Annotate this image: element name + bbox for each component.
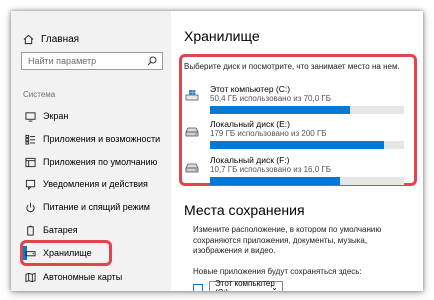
- sidebar-item-default-apps[interactable]: Приложения по умолчанию: [11, 153, 171, 171]
- sidebar-item-label: Приложения и возможности: [43, 134, 161, 144]
- section-label: Система: [23, 90, 56, 99]
- drive-c[interactable]: Этот компьютер (C:) 50,4 ГБ использовано…: [184, 84, 406, 114]
- sidebar-item-label: Батарея: [43, 225, 78, 235]
- usage-bar: [210, 141, 404, 149]
- drive-usage: 179 ГБ использовано из 200 ГБ: [210, 129, 327, 138]
- drive-name: Локальный диск (E:): [210, 119, 290, 129]
- search-icon[interactable]: [147, 56, 157, 66]
- windows-drive-icon: [185, 90, 199, 101]
- map-icon: [24, 271, 36, 283]
- usage-bar-fill: [210, 106, 350, 114]
- home-icon: [23, 34, 34, 44]
- display-icon: [24, 110, 36, 122]
- hard-drive-icon: [185, 163, 199, 173]
- hard-drive-icon: [185, 127, 199, 137]
- sidebar-item-storage[interactable]: Хранилище: [11, 244, 171, 262]
- sidebar-item-apps[interactable]: Приложения и возможности: [11, 130, 171, 148]
- new-apps-location-row: Этот компьютер (C:) ⌄: [193, 279, 283, 291]
- usage-bar: [210, 106, 404, 114]
- sidebar-item-label: Приложения по умолчанию: [43, 157, 158, 167]
- usage-bar: [210, 177, 404, 185]
- main-content: Хранилище Выберите диск и посмотрите, чт…: [171, 11, 423, 291]
- sidebar-item-label: Хранилище: [43, 248, 92, 258]
- settings-window: Главная Найти параметр Система Экран При…: [11, 11, 423, 291]
- sidebar-item-battery[interactable]: Батарея: [11, 221, 171, 239]
- storage-description: Выберите диск и посмотрите, что занимает…: [184, 62, 400, 71]
- sidebar-item-label: Автономные карты: [43, 272, 123, 282]
- drive-e[interactable]: Локальный диск (E:) 179 ГБ использовано …: [184, 119, 406, 149]
- power-icon: [24, 201, 36, 213]
- sidebar-item-label: Питание и спящий режим: [43, 202, 150, 212]
- monitor-icon: [193, 284, 203, 291]
- home-label: Главная: [41, 33, 80, 45]
- drive-usage: 50,4 ГБ использовано из 70,0 ГБ: [210, 94, 331, 103]
- sidebar: Главная Найти параметр Система Экран При…: [11, 11, 171, 291]
- notifications-icon: [24, 178, 36, 190]
- drive-f[interactable]: Локальный диск (F:) 10,7 ГБ использовано…: [184, 155, 406, 185]
- storage-icon: [24, 247, 36, 259]
- battery-icon: [24, 224, 36, 236]
- default-apps-icon: [24, 156, 36, 168]
- search-placeholder: Найти параметр: [28, 56, 97, 66]
- drive-name: Локальный диск (F:): [210, 155, 290, 165]
- sidebar-item-label: Экран: [43, 111, 69, 121]
- usage-bar-fill: [210, 141, 384, 149]
- save-locations-title: Места сохранения: [184, 202, 305, 218]
- apps-list-icon: [24, 133, 36, 145]
- page-title: Хранилище: [184, 28, 260, 44]
- chevron-down-icon: ⌄: [271, 283, 278, 291]
- sidebar-item-notifications[interactable]: Уведомления и действия: [11, 175, 171, 193]
- drive-name: Этот компьютер (C:): [210, 84, 291, 94]
- home-link[interactable]: Главная: [23, 31, 79, 47]
- drive-usage: 10,7 ГБ использовано из 16,0 ГБ: [210, 165, 331, 174]
- new-apps-location-select[interactable]: Этот компьютер (C:) ⌄: [209, 279, 283, 291]
- sidebar-item-offline-maps[interactable]: Автономные карты: [11, 268, 171, 286]
- sidebar-item-power[interactable]: Питание и спящий режим: [11, 198, 171, 216]
- search-box[interactable]: Найти параметр: [21, 52, 163, 70]
- new-apps-label: Новые приложения будут сохраняться здесь…: [193, 267, 362, 276]
- sidebar-item-display[interactable]: Экран: [11, 107, 171, 125]
- sidebar-item-label: Уведомления и действия: [43, 179, 148, 189]
- save-locations-description: Измените расположение, в котором по умол…: [193, 225, 382, 255]
- usage-bar-fill: [210, 177, 340, 185]
